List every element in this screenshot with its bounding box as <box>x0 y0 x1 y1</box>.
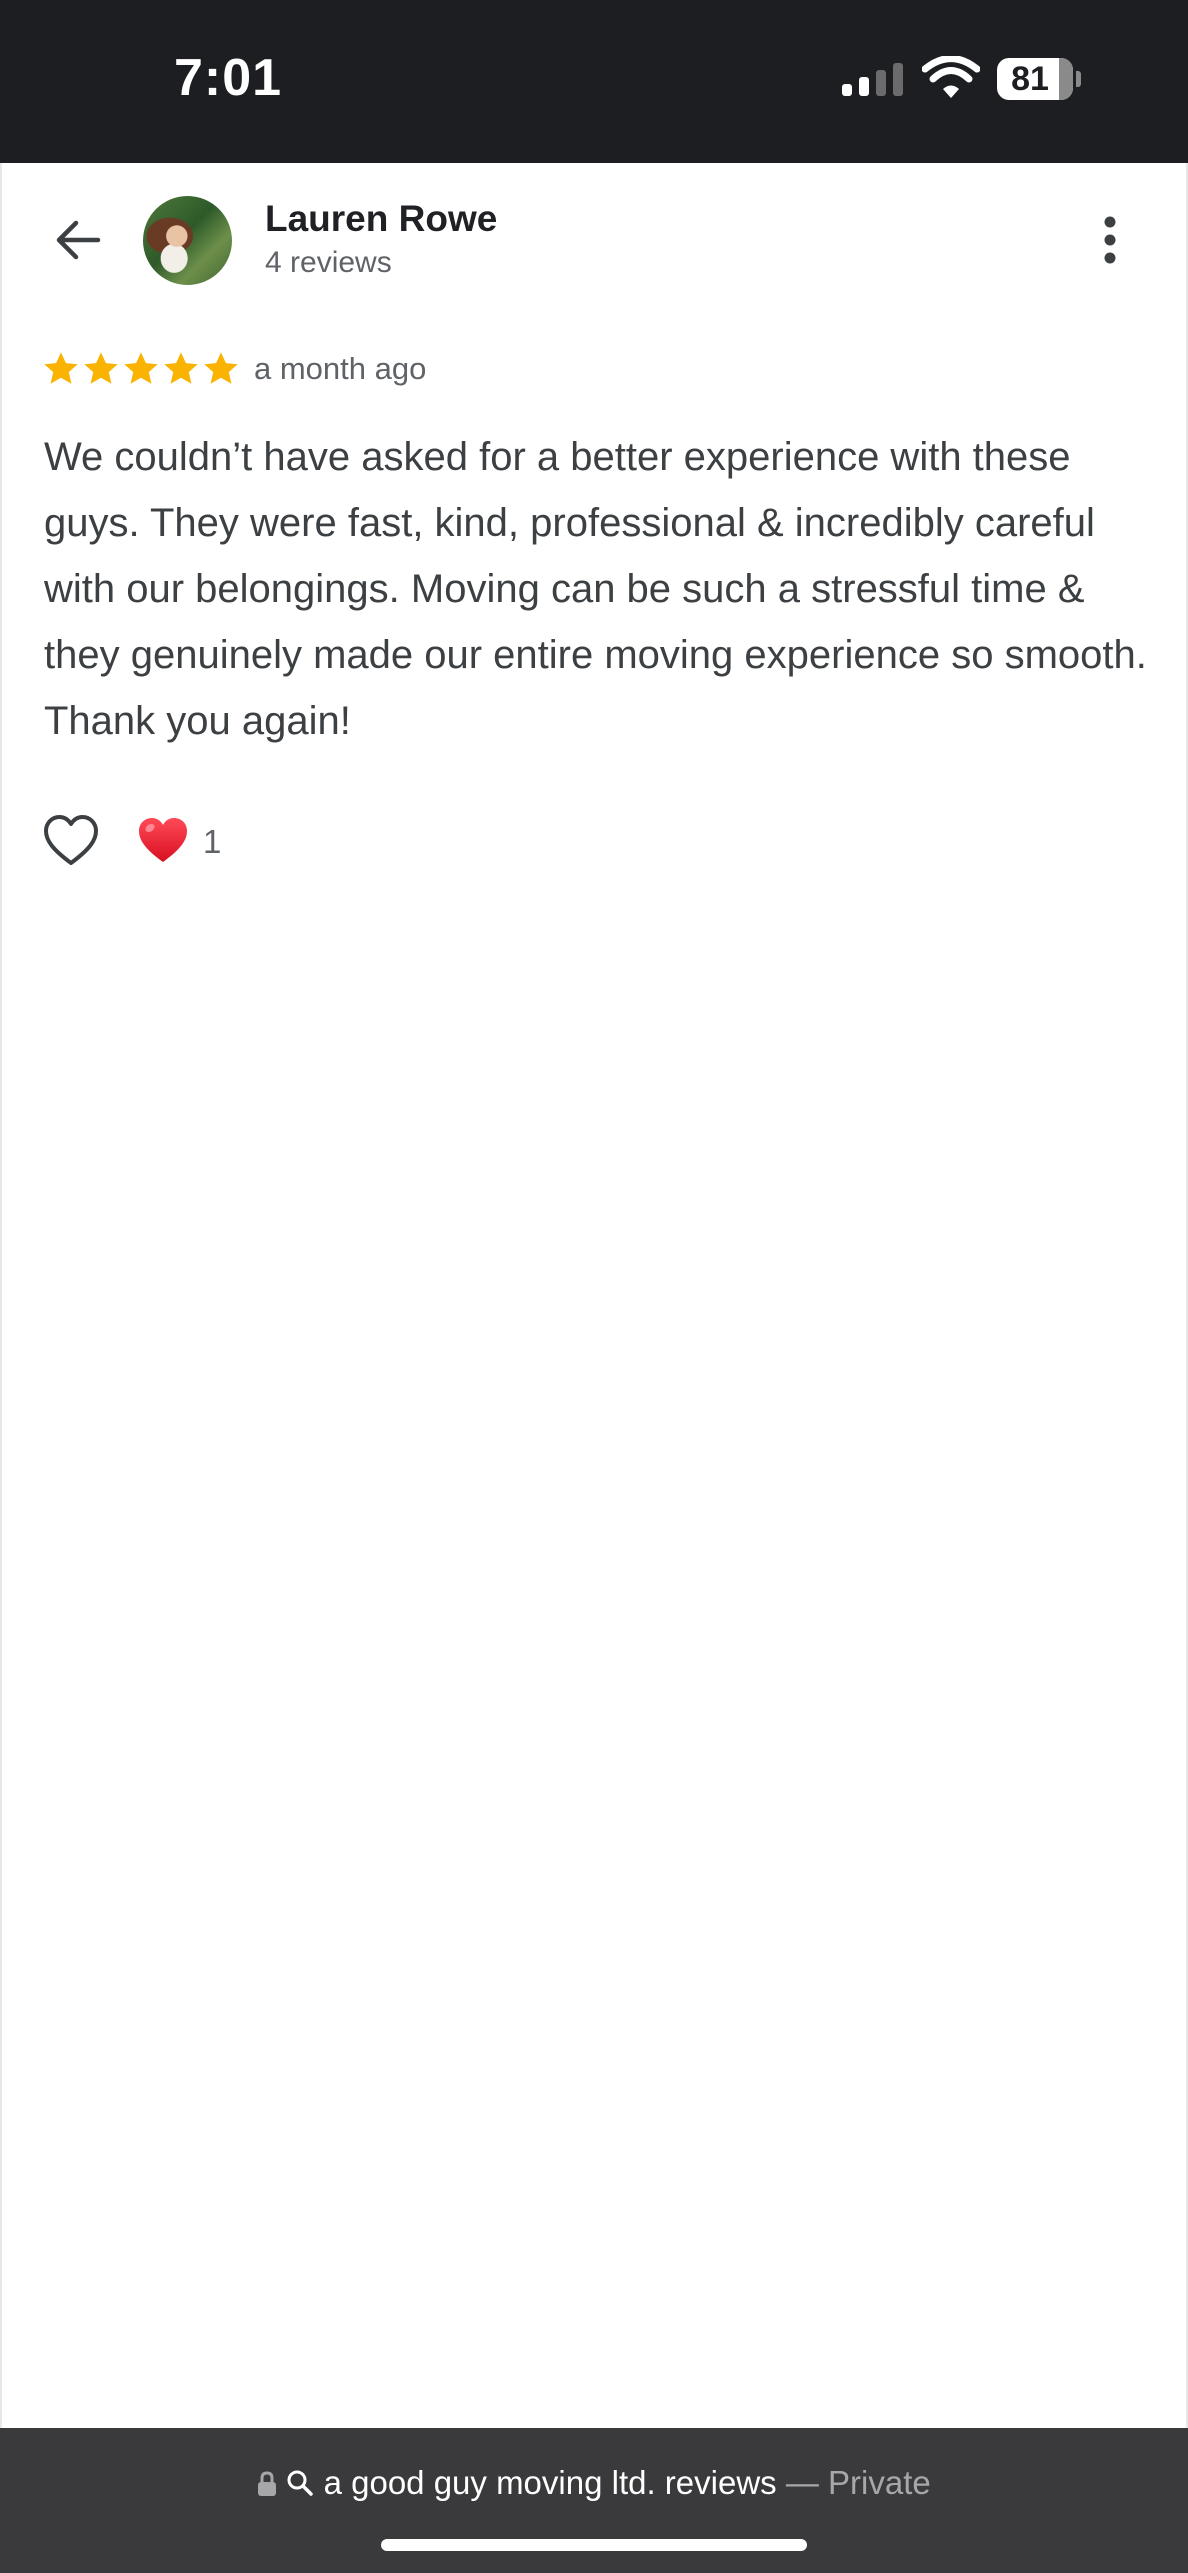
reviewer-name[interactable]: Lauren Rowe <box>265 198 497 240</box>
star-icon <box>44 352 78 384</box>
battery-icon: 81 <box>997 58 1081 100</box>
battery-level: 81 <box>1011 60 1049 98</box>
review-time: a month ago <box>254 351 427 386</box>
review-text: We couldn’t have asked for a better expe… <box>44 435 1147 743</box>
star-icon <box>164 352 198 384</box>
review-count: 4 reviews <box>265 246 392 279</box>
like-heart-outline-icon[interactable] <box>42 812 100 870</box>
browser-bottom-bar: a good guy moving ltd. reviews — Private <box>0 2428 1188 2573</box>
star-icon <box>204 352 238 384</box>
more-options-icon[interactable] <box>1090 210 1130 270</box>
status-bar: 7:01 81 <box>0 0 1188 163</box>
cellular-signal-icon <box>842 63 903 96</box>
search-icon <box>287 2470 314 2496</box>
lock-icon <box>258 2471 277 2496</box>
private-mode-label: Private <box>828 2464 931 2501</box>
address-bar[interactable]: a good guy moving ltd. reviews — Private <box>0 2464 1188 2502</box>
status-time: 7:01 <box>174 49 283 107</box>
heart-reaction-count: 1 <box>203 823 222 860</box>
back-arrow-icon[interactable] <box>48 210 108 270</box>
star-icon <box>84 352 118 384</box>
url-separator: — <box>785 2464 819 2501</box>
star-icon <box>124 352 158 384</box>
wifi-icon <box>922 56 980 98</box>
heart-reaction-icon[interactable] <box>137 815 189 867</box>
home-indicator[interactable] <box>381 2539 807 2551</box>
star-rating <box>42 350 240 388</box>
avatar[interactable] <box>143 196 232 285</box>
url-text: a good guy moving ltd. reviews <box>323 2464 777 2501</box>
